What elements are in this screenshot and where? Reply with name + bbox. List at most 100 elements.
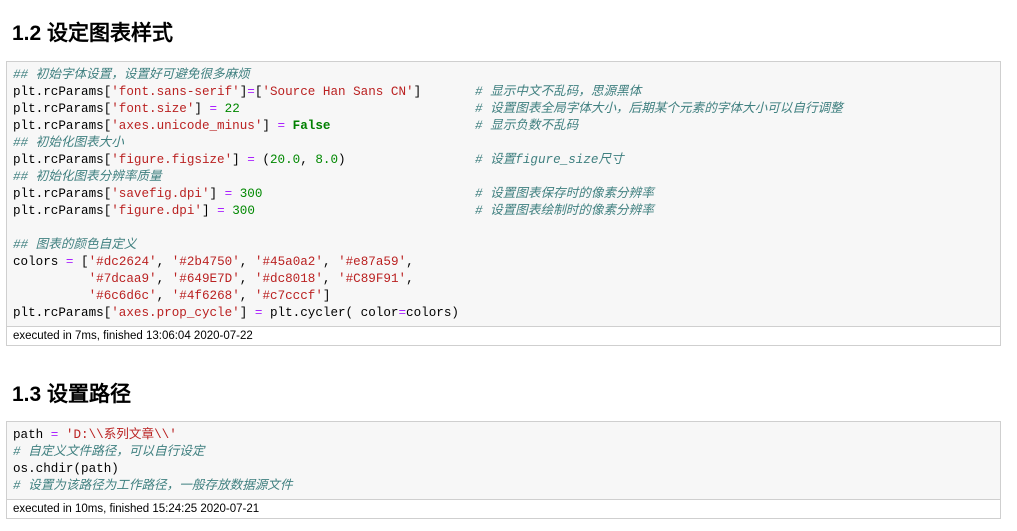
code-token: = — [247, 85, 255, 99]
code-line: plt.rcParams['figure.figsize'] = (20.0, … — [13, 152, 1000, 169]
code-token: plt.rcParams[ — [13, 119, 112, 133]
execution-info: executed in 10ms, finished 15:24:25 2020… — [7, 499, 1000, 518]
code-token: 'font.size' — [111, 102, 195, 116]
code-line: plt.rcParams['font.sans-serif']=['Source… — [13, 84, 1000, 101]
code-token: , — [239, 272, 255, 286]
code-input[interactable]: ## 初始字体设置，设置好可避免很多麻烦 plt.rcParams['font.s… — [7, 62, 1000, 326]
code-token: ] — [413, 85, 422, 99]
code-token: '#7dcaa9' — [88, 272, 157, 286]
code-token: plt.rcParams[ — [13, 153, 112, 167]
code-token: 'figure.dpi' — [111, 204, 202, 218]
code-token: '#649E7D' — [171, 272, 240, 286]
code-token: ( — [254, 153, 270, 167]
code-token: 'savefig.dpi' — [111, 187, 210, 201]
code-token: '#e87a59' — [338, 255, 407, 269]
code-token: ] — [194, 102, 210, 116]
code-token: , — [322, 255, 339, 269]
code-token: 'figure.figsize' — [111, 153, 233, 167]
code-token: ## 初始化图表大小 — [13, 136, 124, 150]
code-token: 300 — [232, 187, 263, 201]
code-token: 'axes.unicode_minus' — [111, 119, 263, 133]
code-token: , — [406, 255, 414, 269]
code-token: plt.rcParams[ — [13, 204, 112, 218]
code-token: ] — [262, 119, 278, 133]
code-token: '#2b4750' — [171, 255, 240, 269]
code-token: , — [156, 255, 172, 269]
code-token: 20.0 — [269, 153, 301, 167]
code-line: path = 'D:\\系列文章\\' — [13, 427, 1000, 444]
code-token: ] — [201, 204, 218, 218]
code-token: ] — [322, 289, 331, 303]
code-token: plt.rcParams[ — [13, 306, 112, 320]
code-token: '#dc2624' — [88, 255, 157, 269]
code-line: # 设置为该路径为工作路径，一般存放数据源文件 — [13, 478, 1000, 495]
code-token: '#c7cccf' — [254, 289, 323, 303]
code-token: 22 — [217, 102, 240, 116]
code-token: , — [406, 272, 414, 286]
code-token: ## 初始字体设置，设置好可避免很多麻烦 — [13, 68, 250, 82]
code-line: plt.rcParams['savefig.dpi'] = 300 # 设置图表保… — [13, 186, 1000, 203]
code-line: ## 初始字体设置，设置好可避免很多麻烦 — [13, 67, 1000, 84]
code-token: 'D:\\系列文章\\' — [58, 428, 177, 442]
code-input[interactable]: path = 'D:\\系列文章\\' # 自定义文件路径，可以自行设定 os.ch… — [7, 422, 1000, 499]
code-token: False — [285, 119, 331, 133]
code-token: ] — [209, 187, 225, 201]
code-token: # 设置为该路径为工作路径，一般存放数据源文件 — [13, 479, 293, 493]
code-cell[interactable]: path = 'D:\\系列文章\\' # 自定义文件路径，可以自行设定 os.ch… — [6, 421, 1001, 519]
code-token: = — [217, 204, 225, 218]
execution-info: executed in 7ms, finished 13:06:04 2020-… — [7, 326, 1000, 345]
code-line: ## 初始化图表分辨率质量 — [13, 169, 1000, 186]
code-token: 'font.sans-serif' — [111, 85, 240, 99]
code-token: ## 初始化图表分辨率质量 — [13, 170, 162, 184]
code-line: '#6c6d6c', '#4f6268', '#c7cccf'] — [13, 288, 1000, 305]
section-heading: 1.3 设置路径 — [12, 383, 132, 406]
code-token: '#45a0a2' — [254, 255, 323, 269]
code-comment: # 设置figure_size尺寸 — [475, 153, 624, 167]
code-token: colors — [13, 255, 66, 269]
code-token: plt.cycler( color — [262, 306, 399, 320]
code-token: , — [300, 153, 316, 167]
code-comment: # 设置图表绘制时的像素分辨率 — [475, 204, 654, 218]
code-line: plt.rcParams['axes.prop_cycle'] = plt.cy… — [13, 305, 1000, 322]
code-token: ] — [232, 153, 248, 167]
code-token: 8.0 — [315, 153, 339, 167]
code-token: plt.rcParams[ — [13, 102, 112, 116]
code-token: = — [247, 153, 255, 167]
code-token: , — [156, 289, 172, 303]
code-line: os.chdir(path) — [13, 461, 1000, 478]
code-line: # 自定义文件路径，可以自行设定 — [13, 444, 1000, 461]
code-token: os.chdir(path) — [13, 462, 119, 476]
code-token: , — [239, 289, 255, 303]
code-token: , — [322, 272, 339, 286]
code-token: '#C89F91' — [338, 272, 407, 286]
code-comment: # 显示中文不乱码，思源黑体 — [475, 85, 642, 99]
code-line: plt.rcParams['axes.unicode_minus'] = Fal… — [13, 118, 1000, 135]
code-comment: # 显示负数不乱码 — [475, 119, 579, 133]
code-token: plt.rcParams[ — [13, 187, 112, 201]
code-comment: # 设置图表全局字体大小，后期某个元素的字体大小可以自行调整 — [475, 102, 843, 116]
code-token: ) — [338, 153, 346, 167]
code-token: = — [209, 102, 218, 116]
code-token: = — [398, 306, 407, 320]
code-token: path — [13, 428, 51, 442]
code-line: ## 图表的颜色自定义 — [13, 237, 1000, 254]
code-token: colors) — [406, 306, 459, 320]
code-token: '#6c6d6c' — [88, 289, 157, 303]
code-line: plt.rcParams['font.size'] = 22 # 设置图表全局字体… — [13, 101, 1000, 118]
code-token: , — [156, 272, 172, 286]
code-line: '#7dcaa9', '#649E7D', '#dc8018', '#C89F9… — [13, 271, 1000, 288]
code-token: [ — [73, 255, 89, 269]
code-line: ## 初始化图表大小 — [13, 135, 1000, 152]
code-token: 'Source Han Sans CN' — [262, 85, 414, 99]
code-token: ] — [239, 306, 255, 320]
code-token: ## 图表的颜色自定义 — [13, 238, 137, 252]
code-token: , — [239, 255, 255, 269]
code-token: 300 — [224, 204, 255, 218]
code-token: = — [277, 119, 286, 133]
code-cell[interactable]: ## 初始字体设置，设置好可避免很多麻烦 plt.rcParams['font.s… — [6, 61, 1001, 346]
code-line: plt.rcParams['figure.dpi'] = 300 # 设置图表绘制… — [13, 203, 1000, 220]
code-token: '#4f6268' — [171, 289, 240, 303]
